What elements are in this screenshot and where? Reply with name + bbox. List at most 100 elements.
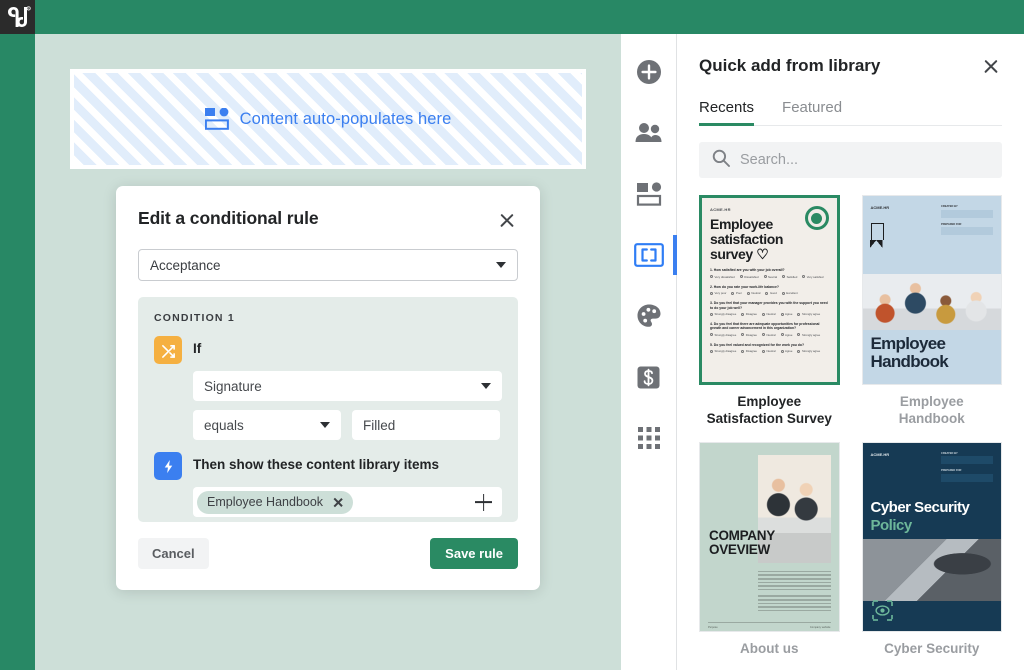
quick-add-library-panel: Quick add from library Recents Featured … <box>677 34 1024 670</box>
option: Satisfied <box>787 275 798 279</box>
option: Strongly agree <box>802 312 820 316</box>
save-rule-button[interactable]: Save rule <box>430 538 518 569</box>
doc-title: COMPANY OVEVIEW <box>709 529 775 558</box>
condition-value-text: Filled <box>363 418 395 433</box>
question-text: 4. Do you feel that there are adequate o… <box>710 322 829 331</box>
option: Very poor <box>715 291 727 295</box>
library-card[interactable]: ACME.HR CREATED BY PREPARED FOR Employee… <box>862 195 1003 428</box>
card-thumbnail-cyber[interactable]: ACME.HR CREATED BY PREPARED FOR Cyber Se… <box>862 442 1003 632</box>
content-item-chip[interactable]: Employee Handbook <box>197 491 353 514</box>
people-icon[interactable] <box>631 115 667 151</box>
doc-question: 1. How satisfied are you with your job o… <box>710 268 829 278</box>
dialog-close-icon[interactable] <box>496 209 518 231</box>
library-card[interactable]: ACME.HR Employee satisfaction survey ♡ 1… <box>699 195 840 428</box>
add-circle-icon[interactable] <box>631 54 667 90</box>
document-canvas: Content auto-populates here Edit a condi… <box>35 34 621 670</box>
app-root: R Content auto-populates here Edit a con… <box>0 0 1024 670</box>
panel-header: Quick add from library <box>699 54 1002 77</box>
question-text: 1. How satisfied are you with your job o… <box>710 268 829 272</box>
panel-title: Quick add from library <box>699 56 880 76</box>
doc-title: Employee Handbook <box>871 335 949 370</box>
card-thumbnail-handbook[interactable]: ACME.HR CREATED BY PREPARED FOR Employee… <box>862 195 1003 385</box>
search-placeholder: Search... <box>740 152 798 168</box>
option: Neutral <box>766 312 775 316</box>
doc-photo <box>863 274 1002 330</box>
dialog-footer: Cancel Save rule <box>138 538 518 569</box>
doc-footer-left: Purpose <box>708 626 718 629</box>
tab-recents[interactable]: Recents <box>699 99 754 125</box>
auto-populate-label: Content auto-populates here <box>240 110 452 129</box>
title-line: COMPANY <box>709 529 775 543</box>
condition-operator-value: equals <box>204 418 244 433</box>
chevron-down-icon <box>496 262 506 268</box>
content-block-icon[interactable] <box>631 176 667 212</box>
caption-line: Cyber Security <box>862 641 1003 658</box>
library-card[interactable]: ACME.HR CREATED BY PREPARED FOR Cyber Se… <box>862 442 1003 658</box>
condition-operator-select[interactable]: equals <box>193 410 341 440</box>
option: Disagree <box>746 333 757 337</box>
condition-field-select[interactable]: Signature <box>193 371 502 401</box>
meta-label: CREATED BY <box>941 205 993 208</box>
option: Good <box>770 291 777 295</box>
then-label: Then show these content library items <box>193 452 439 472</box>
grid-apps-icon[interactable] <box>631 420 667 456</box>
option: Excellent <box>786 291 797 295</box>
content-items-input[interactable]: Employee Handbook <box>193 487 502 517</box>
option: Neutral <box>751 291 760 295</box>
doc-question: 3. Do you feel that your manager provide… <box>710 301 829 316</box>
chip-label: Employee Handbook <box>207 495 323 509</box>
library-search-field[interactable]: Search... <box>699 142 1002 178</box>
rule-type-value: Acceptance <box>150 258 221 273</box>
search-icon <box>712 149 730 172</box>
option: Agree <box>785 312 792 316</box>
option: Very dissatisfied <box>715 275 735 279</box>
card-caption: About us <box>699 641 840 658</box>
card-caption: Employee Satisfaction Survey <box>699 394 840 428</box>
top-bar <box>0 0 1024 34</box>
condition-value-input[interactable]: Filled <box>352 410 500 440</box>
doc-subtitle: Policy <box>871 517 912 534</box>
chip-remove-icon[interactable] <box>332 497 343 508</box>
doc-meta: CREATED BY PREPARED FOR <box>941 452 993 487</box>
option: Strongly agree <box>802 333 820 337</box>
question-text: 2. How do you rate your work-life balanc… <box>710 285 829 289</box>
doc-title: Cyber Security <box>871 499 970 516</box>
condition-label: CONDITION 1 <box>154 312 502 324</box>
card-thumbnail-about[interactable]: COMPANY OVEVIEW Purpose Company website <box>699 442 840 632</box>
card-thumbnail-survey[interactable]: ACME.HR Employee satisfaction survey ♡ 1… <box>699 195 840 385</box>
doc-paragraph <box>758 571 831 614</box>
title-line: OVEVIEW <box>709 543 775 557</box>
rule-type-select[interactable]: Acceptance <box>138 249 518 281</box>
then-row: Then show these content library items <box>154 452 502 480</box>
option: Neutral <box>768 275 777 279</box>
palette-icon[interactable] <box>631 298 667 334</box>
left-green-rail <box>0 34 35 670</box>
caption-line: About us <box>699 641 840 658</box>
doc-question: 4. Do you feel that there are adequate o… <box>710 322 829 337</box>
caption-line: Employee <box>862 394 1003 411</box>
library-card[interactable]: COMPANY OVEVIEW Purpose Company website … <box>699 442 840 658</box>
add-content-item-icon[interactable] <box>475 494 492 511</box>
pandadoc-logo-icon: R <box>5 6 31 28</box>
tab-featured[interactable]: Featured <box>782 99 842 125</box>
brackets-icon[interactable] <box>631 237 667 273</box>
content-block-icon <box>205 108 229 130</box>
option: Disagree <box>746 312 757 316</box>
chevron-down-icon <box>481 383 491 389</box>
lightning-bolt-icon <box>154 452 182 480</box>
dollar-icon[interactable] <box>631 359 667 395</box>
title-line: Employee <box>871 335 949 352</box>
bookmark-icon <box>871 223 884 240</box>
panel-tabs: Recents Featured <box>699 99 1002 126</box>
option: Neutral <box>766 333 775 337</box>
option: Agree <box>785 349 792 353</box>
doc-footer-right: Company website <box>810 626 831 629</box>
app-logo[interactable]: R <box>0 0 35 34</box>
cancel-button[interactable]: Cancel <box>138 538 209 569</box>
option: Neutral <box>766 349 775 353</box>
card-caption: Employee Handbook <box>862 394 1003 428</box>
option: Strongly disagree <box>715 312 737 316</box>
panel-close-icon[interactable] <box>980 55 1002 77</box>
shuffle-icon <box>154 336 182 364</box>
operator-value-row: equals Filled <box>193 410 502 440</box>
